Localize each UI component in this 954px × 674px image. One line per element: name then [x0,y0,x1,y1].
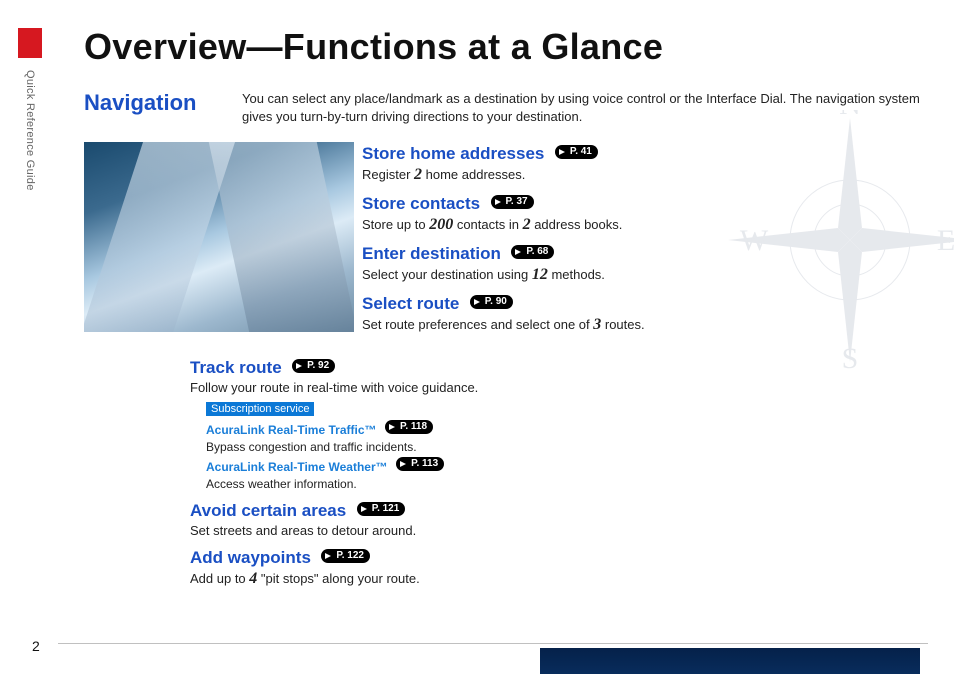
page-ref-text: P. 92 [307,361,329,371]
page-ref-text: P. 37 [506,197,528,207]
footer-rule [58,643,928,644]
page-ref-pill[interactable]: P. 113 [396,457,444,471]
arrow-right-icon [558,147,568,157]
item-store-home: Store home addresses P. 41 Register 2 ho… [362,144,922,184]
item-heading[interactable]: Track route [190,358,282,378]
item-add-waypoints: Add waypoints P. 122 Add up to 4 "pit st… [190,548,890,588]
arrow-right-icon [473,297,483,307]
page-ref-text: P. 41 [570,147,592,157]
item-enter-destination: Enter destination P. 68 Select your dest… [362,244,922,284]
item-heading[interactable]: Store contacts [362,194,480,214]
arrow-right-icon [388,422,398,432]
page-ref-pill[interactable]: P. 121 [357,502,406,516]
page: Quick Reference Guide N S W E Overview—F… [0,0,954,674]
page-ref-pill[interactable]: P. 122 [321,549,370,563]
item-desc: Add up to 4 "pit stops" along your route… [190,570,890,588]
compass-e: E [937,224,954,257]
item-avoid-areas: Avoid certain areas P. 121 Set streets a… [190,501,890,538]
page-ref-text: P. 113 [411,459,438,469]
item-heading[interactable]: Enter destination [362,244,501,264]
page-title: Overview—Functions at a Glance [84,26,663,68]
sub-desc: Access weather information. [206,477,890,491]
item-track-route: Track route P. 92 Follow your route in r… [190,358,890,491]
sub-heading[interactable]: AcuraLink Real-Time Weather™ [206,460,388,474]
section-header-row: Navigation You can select any place/land… [84,90,924,125]
page-ref-pill[interactable]: P. 118 [385,420,433,434]
page-ref-text: P. 118 [400,422,427,432]
arrow-right-icon [360,504,370,514]
section-heading: Navigation [84,90,214,116]
item-desc: Set streets and areas to detour around. [190,523,890,538]
item-heading[interactable]: Select route [362,294,459,314]
section-intro: You can select any place/landmark as a d… [242,90,924,125]
page-ref-pill[interactable]: P. 41 [555,145,598,159]
page-number: 2 [32,638,40,654]
item-select-route: Select route P. 90 Set route preferences… [362,294,922,334]
red-side-tab [18,28,42,58]
page-ref-text: P. 68 [526,247,548,257]
page-ref-pill[interactable]: P. 68 [511,245,554,259]
item-heading[interactable]: Store home addresses [362,144,544,164]
page-ref-pill[interactable]: P. 37 [491,195,534,209]
arrow-right-icon [295,361,305,371]
page-ref-text: P. 121 [372,504,400,514]
arrow-right-icon [494,197,504,207]
page-ref-text: P. 122 [336,551,364,561]
arrow-right-icon [514,247,524,257]
subscription-tag: Subscription service [206,402,314,416]
item-heading[interactable]: Add waypoints [190,548,311,568]
sub-block: Subscription service AcuraLink Real-Time… [206,399,890,491]
image-skyscrapers [84,142,354,332]
sub-desc: Bypass congestion and traffic incidents. [206,440,890,454]
right-column: Store home addresses P. 41 Register 2 ho… [362,144,922,344]
arrow-right-icon [324,551,334,561]
item-desc: Register 2 home addresses. [362,166,922,184]
item-desc: Set route preferences and select one of … [362,316,922,334]
page-ref-pill[interactable]: P. 92 [292,359,335,373]
image-highway [540,648,920,674]
item-desc: Store up to 200 contacts in 2 address bo… [362,216,922,234]
sub-heading[interactable]: AcuraLink Real-Time Traffic™ [206,423,377,437]
item-store-contacts: Store contacts P. 37 Store up to 200 con… [362,194,922,234]
side-rail-label: Quick Reference Guide [24,70,36,191]
item-desc: Select your destination using 12 methods… [362,266,922,284]
left-column: Track route P. 92 Follow your route in r… [190,358,890,598]
page-ref-text: P. 90 [485,297,507,307]
item-heading[interactable]: Avoid certain areas [190,501,346,521]
arrow-right-icon [399,459,409,469]
item-desc: Follow your route in real-time with voic… [190,380,890,395]
page-ref-pill[interactable]: P. 90 [470,295,513,309]
